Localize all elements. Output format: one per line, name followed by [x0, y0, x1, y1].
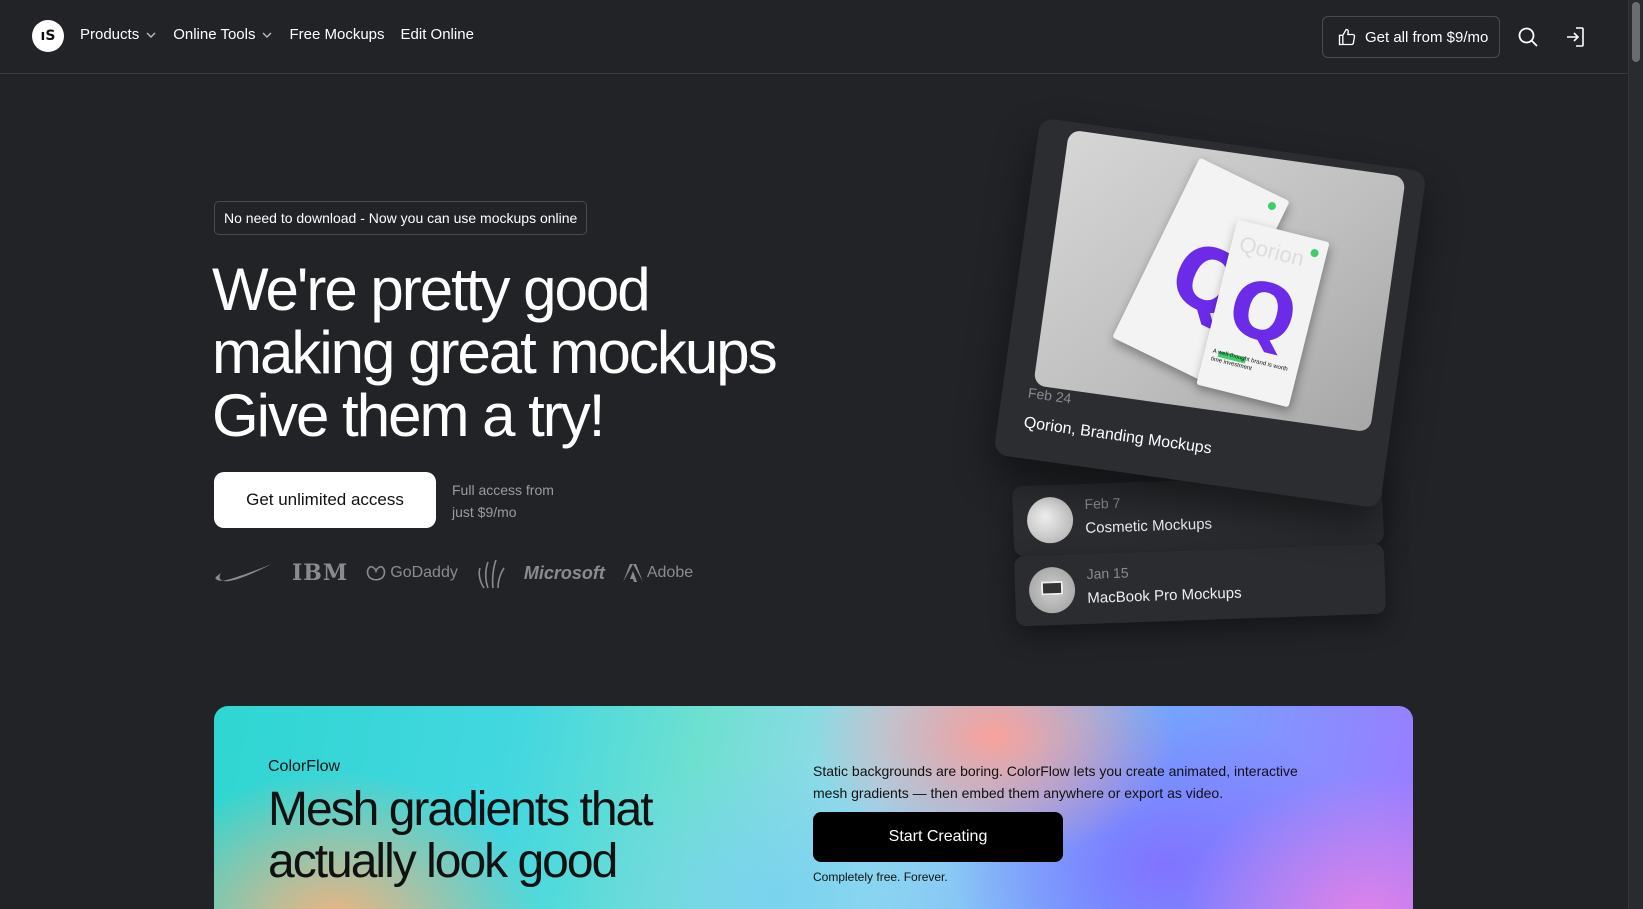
headline-line: Give them a try!: [212, 382, 605, 449]
thumbs-up-icon: [1338, 28, 1356, 46]
card-date: Feb 7: [1084, 494, 1121, 512]
site-logo[interactable]: ıS: [32, 20, 64, 52]
adobe-mark-icon: [622, 564, 643, 582]
godaddy-logo: GoDaddy: [366, 564, 458, 582]
nav-item-products[interactable]: Products: [80, 26, 157, 43]
nav-item-label: Online Tools: [173, 26, 256, 43]
card-title: Cosmetic Mockups: [1085, 515, 1213, 537]
adobe-logo: Adobe: [622, 564, 694, 582]
get-unlimited-access-button[interactable]: Get unlimited access: [214, 472, 436, 528]
godaddy-mark-icon: [367, 565, 386, 581]
start-creating-button[interactable]: Start Creating: [813, 812, 1063, 862]
mockup-card-macbook[interactable]: Jan 15 MacBook Pro Mockups: [1013, 543, 1387, 627]
page-scrollbar[interactable]: [1628, 0, 1643, 909]
banner-title: Mesh gradients that actually look good: [268, 783, 654, 888]
nike-logo: [215, 564, 272, 582]
colorflow-banner: ColorFlow Mesh gradients that actually l…: [214, 706, 1413, 909]
access-note: Full access from just $9/mo: [452, 479, 592, 523]
featured-mockups: Feb 7 Cosmetic Mockups Jan 15 MacBook Pr…: [993, 117, 1427, 645]
hand-logo: [478, 559, 505, 589]
chevron-down-icon: [146, 32, 156, 38]
nav-item-edit-online[interactable]: Edit Online: [401, 26, 474, 43]
macbook-thumbnail: [1028, 566, 1076, 614]
godaddy-label: GoDaddy: [390, 564, 458, 581]
hero-badge: No need to download - Now you can use mo…: [214, 201, 588, 235]
chevron-down-icon: [262, 32, 272, 38]
card-title: MacBook Pro Mockups: [1087, 584, 1242, 607]
qorion-preview-image: Q Qorion Q A well-thought brand is worth…: [1033, 129, 1406, 433]
banner-description: Static backgrounds are boring. ColorFlow…: [813, 763, 1298, 801]
cosmetic-thumbnail: [1026, 496, 1074, 544]
mockup-card-qorion[interactable]: Q Qorion Q A well-thought brand is worth…: [993, 117, 1427, 509]
get-all-button[interactable]: Get all from $9/mo: [1322, 16, 1500, 58]
adobe-label: Adobe: [646, 564, 694, 581]
hero-headline: We're pretty good making great mockups G…: [212, 258, 852, 447]
top-navigation: ıS Products Online Tools Free Mockups Ed…: [0, 0, 1628, 74]
microsoft-logo: Microsoft: [523, 562, 605, 583]
nav-menu: Products Online Tools Free Mockups Edit …: [80, 26, 474, 43]
card-title: Qorion, Branding Mockups: [1022, 414, 1213, 458]
headline-line: We're pretty good: [212, 256, 651, 323]
nav-item-label: Free Mockups: [289, 26, 385, 43]
brand-logos: IBM GoDaddy Microsoft Adobe: [214, 556, 693, 590]
get-all-label: Get all from $9/mo: [1365, 28, 1489, 46]
scrollbar-thumb[interactable]: [1632, 2, 1640, 62]
nav-item-label: Edit Online: [400, 26, 474, 43]
nav-item-label: Products: [80, 26, 140, 43]
card-date: Jan 15: [1086, 564, 1129, 582]
banner-kicker: ColorFlow: [268, 758, 341, 775]
banner-note: Completely free. Forever.: [813, 870, 948, 884]
ibm-logo: IBM: [292, 560, 349, 586]
search-icon[interactable]: [1516, 25, 1540, 49]
access-note-line: Full access from: [452, 482, 554, 498]
sign-in-icon[interactable]: [1563, 25, 1587, 49]
nav-item-free-mockups[interactable]: Free Mockups: [289, 26, 384, 43]
access-note-line: just $9/mo: [452, 504, 517, 520]
nav-item-online-tools[interactable]: Online Tools: [173, 26, 273, 43]
headline-line: making great mockups: [212, 319, 778, 386]
